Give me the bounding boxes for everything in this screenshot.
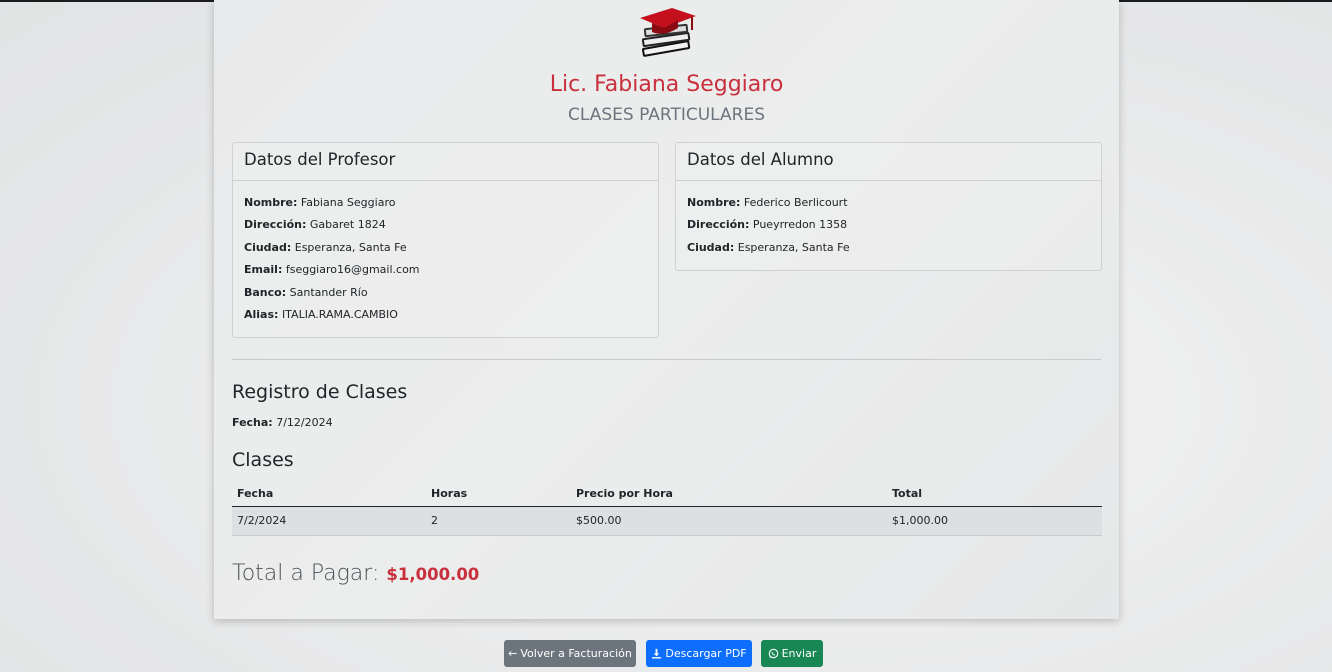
arrow-left-icon: ← (508, 647, 518, 660)
profesor-field-nombre: Nombre: Fabiana Seggiaro (244, 196, 396, 209)
profesor-field-ciudad: Ciudad: Esperanza, Santa Fe (244, 240, 407, 254)
alumno-heading: Datos del Alumno (676, 143, 1101, 181)
column-header-horas: Horas (426, 482, 571, 507)
total-label: Total a Pagar: (232, 561, 380, 586)
back-to-billing-button[interactable]: ← Volver a Facturación (504, 640, 636, 667)
profesor-field-direccion: Dirección: Gabaret 1824 (244, 218, 386, 232)
whatsapp-icon (768, 648, 778, 659)
cell-precio: $500.00 (571, 506, 887, 536)
cell-fecha: 7/2/2024 (232, 506, 426, 536)
profesor-card: Datos del Profesor Nombre: Fabiana Seggi… (232, 142, 659, 338)
column-header-precio: Precio por Hora (571, 482, 887, 507)
page-title: Lic. Fabiana Seggiaro (549, 72, 784, 97)
column-header-fecha: Fecha (232, 482, 426, 507)
total-value: $1,000.00 (386, 565, 480, 584)
page-subtitle: CLASES PARTICULARES (567, 105, 765, 125)
profesor-field-banco: Banco: Santander Río (244, 285, 368, 299)
registro-heading: Registro de Clases (232, 381, 408, 403)
alumno-field-direccion: Dirección: Pueyrredon 1358 (687, 218, 848, 232)
invoice-card: Lic. Fabiana Seggiaro CLASES PARTICULARE… (214, 0, 1119, 619)
registro-fecha: Fecha: 7/12/2024 (232, 416, 333, 429)
alumno-field-nombre: Nombre: Federico Berlicourt (687, 196, 848, 209)
download-pdf-button[interactable]: Descargar PDF (646, 640, 752, 667)
graduation-cap-books-icon (640, 8, 696, 57)
table-row: 7/2/2024 2 $500.00 $1,000.00 (232, 506, 1102, 536)
send-whatsapp-button[interactable]: Enviar (761, 640, 823, 667)
section-divider (232, 359, 1101, 360)
cell-total: $1,000.00 (887, 506, 1102, 536)
profesor-heading: Datos del Profesor (233, 143, 658, 181)
action-bar: ← Volver a Facturación Descargar PDF Env… (0, 640, 1332, 667)
clases-heading: Clases (232, 449, 294, 471)
cell-horas: 2 (426, 506, 571, 536)
column-header-total: Total (887, 482, 1102, 507)
table-header-row: Fecha Horas Precio por Hora Total (232, 482, 1102, 507)
profesor-field-email: Email: fseggiaro16@gmail.com (244, 263, 420, 277)
download-icon (652, 648, 662, 659)
total-to-pay: Total a Pagar: $1,000.00 (232, 561, 479, 586)
profesor-field-alias: Alias: ITALIA.RAMA.CAMBIO (244, 308, 398, 322)
alumno-field-ciudad: Ciudad: Esperanza, Santa Fe (687, 240, 850, 254)
alumno-card: Datos del Alumno Nombre: Federico Berlic… (675, 142, 1102, 271)
clases-table: Fecha Horas Precio por Hora Total 7/2/20… (232, 482, 1102, 536)
